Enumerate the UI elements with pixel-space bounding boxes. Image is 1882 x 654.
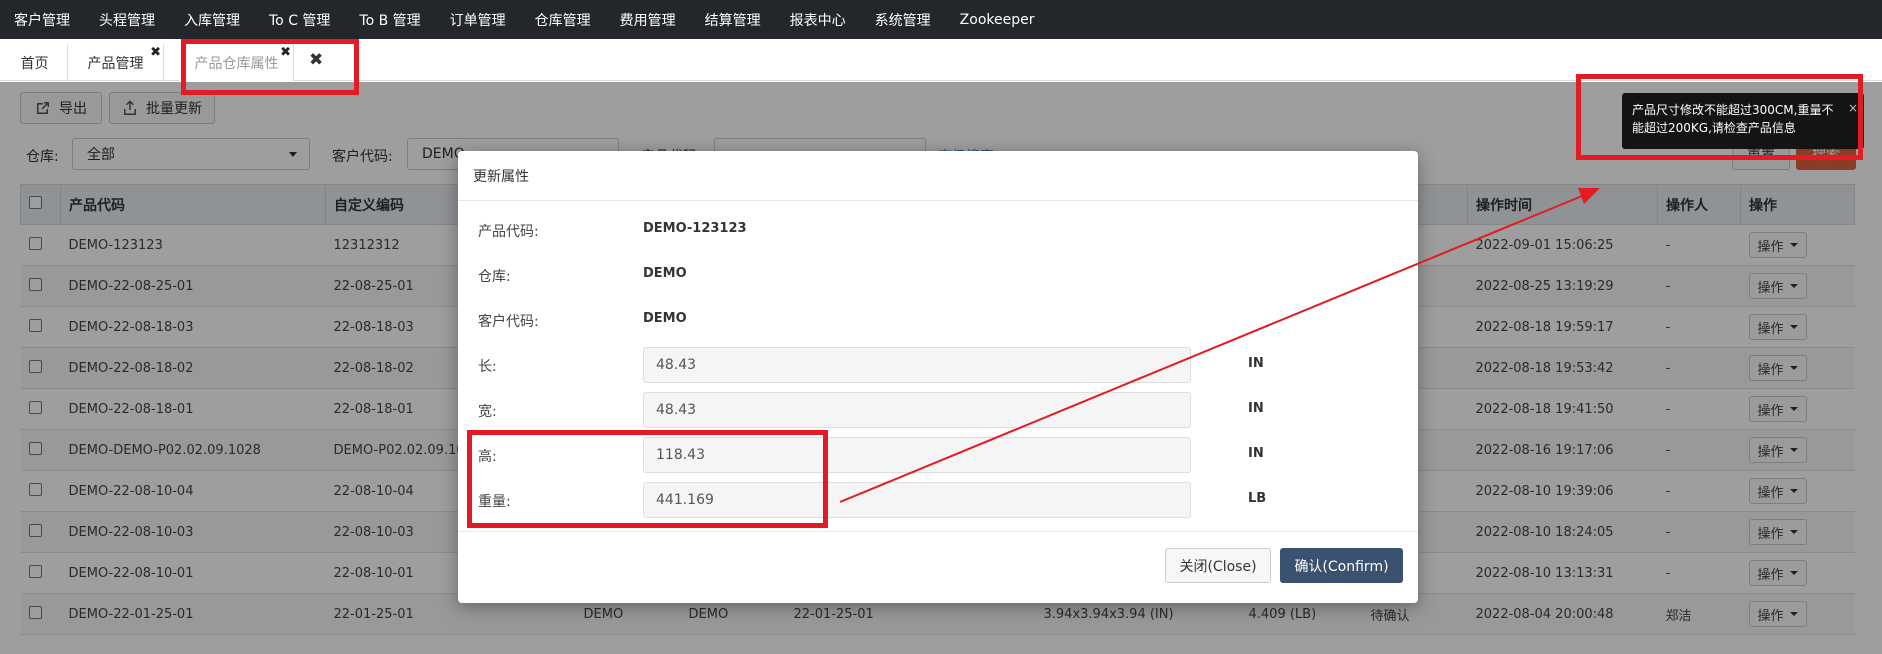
- nav-item[interactable]: 结算管理: [705, 10, 761, 30]
- nav-item[interactable]: 费用管理: [620, 10, 676, 30]
- weight-unit: LB: [1248, 491, 1267, 506]
- nav-item[interactable]: 报表中心: [790, 10, 846, 30]
- tab-home[interactable]: 首页: [2, 44, 68, 81]
- close-button[interactable]: 关闭(Close): [1165, 548, 1271, 583]
- nav-item[interactable]: 订单管理: [450, 10, 506, 30]
- width-label: 宽:: [478, 404, 497, 420]
- product-code-row: 产品代码: DEMO-123123: [458, 211, 1418, 249]
- nav-item[interactable]: To C 管理: [269, 10, 330, 30]
- annotation-box-tab: [181, 39, 359, 95]
- modal-title: 更新属性: [473, 168, 529, 185]
- width-row: 宽: 48.43 IN: [458, 391, 1418, 429]
- product-code-value: DEMO-123123: [643, 221, 747, 236]
- modal-header: 更新属性: [458, 151, 1418, 201]
- tab-home-label: 首页: [20, 55, 49, 72]
- length-row: 长: 48.43 IN: [458, 346, 1418, 384]
- nav-item[interactable]: 客户管理: [14, 10, 70, 30]
- nav-item[interactable]: Zookeeper: [960, 12, 1035, 28]
- nav-item[interactable]: 仓库管理: [535, 10, 591, 30]
- product-code-label: 产品代码:: [478, 224, 539, 240]
- annotation-box-fields: [467, 430, 828, 528]
- close-icon[interactable]: ✖: [150, 45, 161, 60]
- top-nav: 客户管理 头程管理 入库管理 To C 管理 To B 管理 订单管理 仓库管理 费用管理 结算…: [0, 0, 1882, 39]
- warehouse-value: DEMO: [643, 266, 687, 281]
- update-attributes-modal: 更新属性 产品代码: DEMO-123123 仓库: DEMO 客户代码: DE…: [458, 151, 1418, 603]
- width-input[interactable]: 48.43: [643, 392, 1191, 428]
- width-unit: IN: [1248, 401, 1264, 416]
- length-unit: IN: [1248, 356, 1264, 371]
- length-label: 长:: [478, 359, 497, 375]
- modal-footer: 关闭(Close) 确认(Confirm): [458, 531, 1418, 603]
- warehouse-label: 仓库:: [478, 269, 511, 285]
- tab-product-mgmt[interactable]: 产品管理 ✖: [68, 44, 164, 81]
- nav-item[interactable]: 系统管理: [875, 10, 931, 30]
- nav-item[interactable]: 头程管理: [99, 10, 155, 30]
- warehouse-row: 仓库: DEMO: [458, 256, 1418, 294]
- nav-item[interactable]: To B 管理: [359, 10, 420, 30]
- tab-product-mgmt-label: 产品管理: [87, 55, 144, 72]
- confirm-button[interactable]: 确认(Confirm): [1280, 548, 1403, 583]
- customer-code-row: 客户代码: DEMO: [458, 301, 1418, 339]
- nav-item[interactable]: 入库管理: [184, 10, 240, 30]
- customer-code-label: 客户代码:: [478, 314, 539, 330]
- length-input[interactable]: 48.43: [643, 347, 1191, 383]
- annotation-box-toast: [1576, 74, 1863, 160]
- height-unit: IN: [1248, 446, 1264, 461]
- customer-code-value: DEMO: [643, 311, 687, 326]
